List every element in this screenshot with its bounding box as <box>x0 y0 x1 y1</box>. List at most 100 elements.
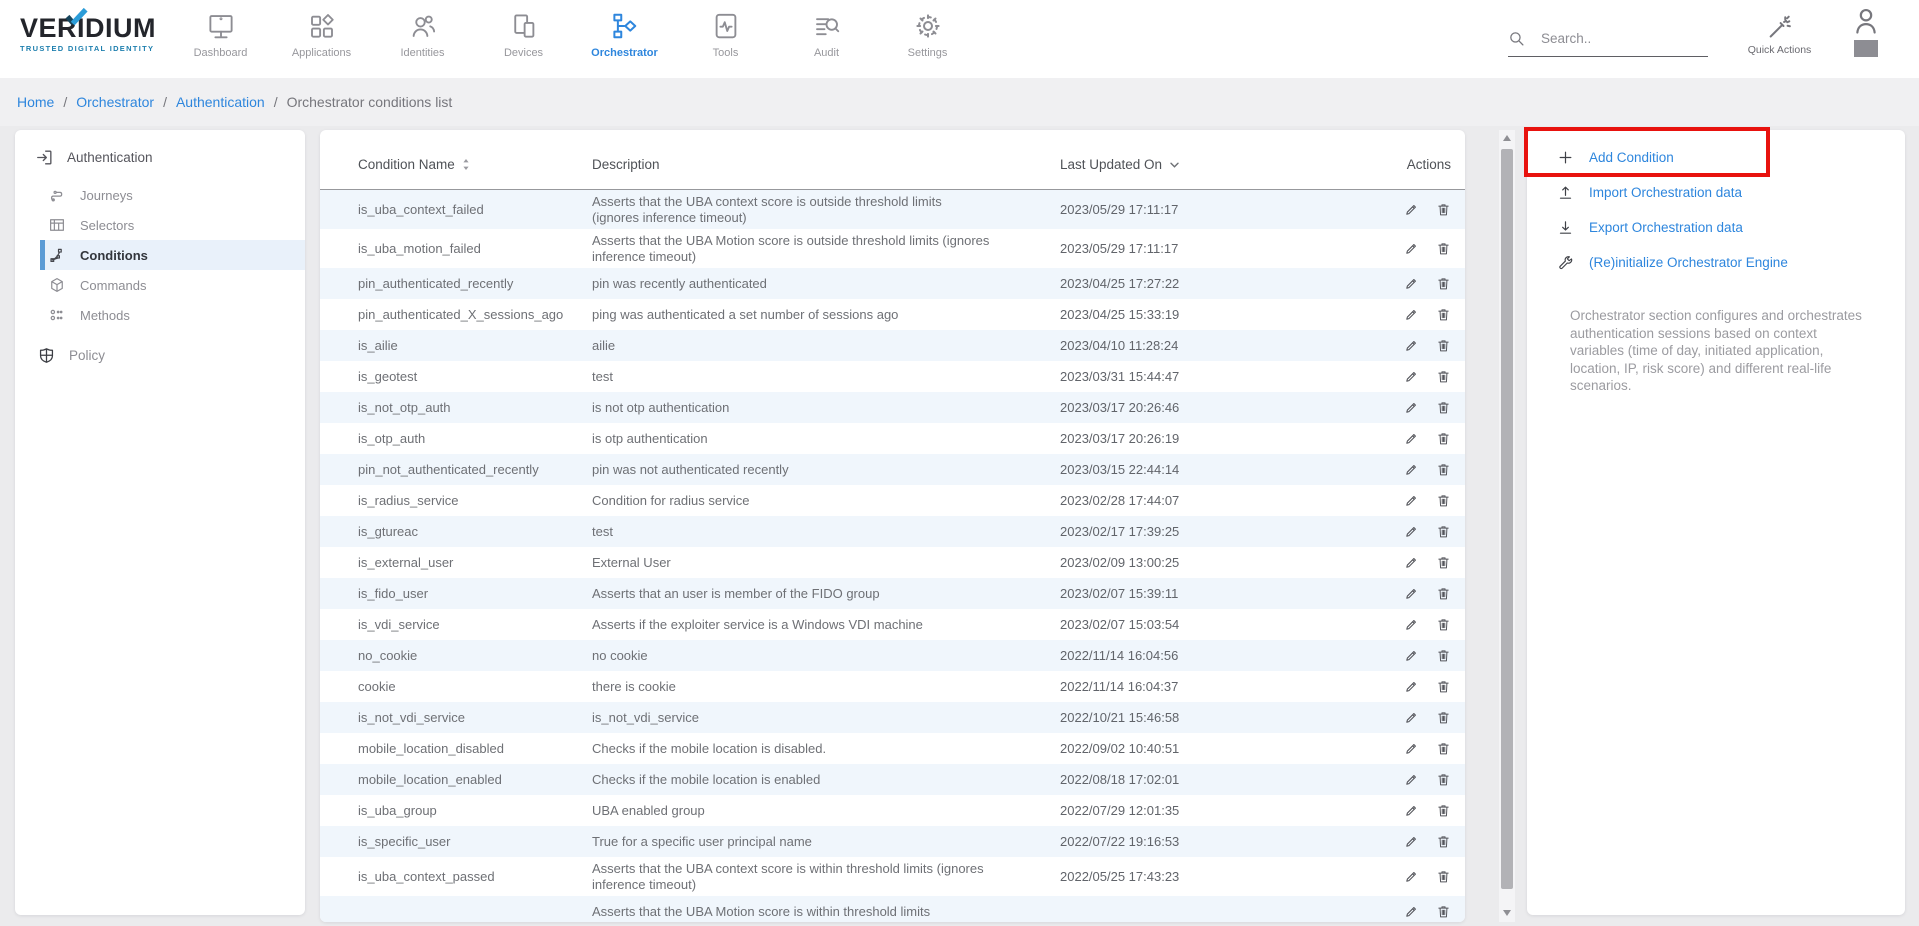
edit-pencil-icon[interactable] <box>1404 869 1419 884</box>
scrollbar-thumb[interactable] <box>1501 149 1513 889</box>
table-row[interactable]: cookie there is cookie 2022/11/14 16:04:… <box>320 671 1465 702</box>
edit-pencil-icon[interactable] <box>1404 555 1419 570</box>
edit-pencil-icon[interactable] <box>1404 803 1419 818</box>
breadcrumb-link-home[interactable]: Home <box>17 94 54 110</box>
reinitialize-engine-button[interactable]: (Re)initialize Orchestrator Engine <box>1527 245 1905 280</box>
delete-trash-icon[interactable] <box>1436 555 1451 570</box>
table-row[interactable]: Asserts that the UBA Motion score is wit… <box>320 896 1465 922</box>
table-row[interactable]: is_geotest test 2023/03/31 15:44:47 <box>320 361 1465 392</box>
delete-trash-icon[interactable] <box>1436 586 1451 601</box>
table-row[interactable]: mobile_location_disabled Checks if the m… <box>320 733 1465 764</box>
edit-pencil-icon[interactable] <box>1404 648 1419 663</box>
edit-pencil-icon[interactable] <box>1404 586 1419 601</box>
table-row[interactable]: is_fido_user Asserts that an user is mem… <box>320 578 1465 609</box>
delete-trash-icon[interactable] <box>1436 241 1451 256</box>
breadcrumb-link-orchestrator[interactable]: Orchestrator <box>76 94 154 110</box>
delete-trash-icon[interactable] <box>1436 369 1451 384</box>
nav-item-orchestrator[interactable]: Orchestrator <box>574 9 675 59</box>
edit-pencil-icon[interactable] <box>1404 431 1419 446</box>
nav-item-identities[interactable]: Identities <box>372 9 473 59</box>
edit-pencil-icon[interactable] <box>1404 202 1419 217</box>
delete-trash-icon[interactable] <box>1436 834 1451 849</box>
import-orchestration-button[interactable]: Import Orchestration data <box>1527 175 1905 210</box>
quick-actions-button[interactable]: Quick Actions <box>1722 10 1837 56</box>
column-header-last-updated[interactable]: Last Updated On <box>1060 157 1360 172</box>
table-row[interactable]: is_not_otp_auth is not otp authenticatio… <box>320 392 1465 423</box>
edit-pencil-icon[interactable] <box>1404 307 1419 322</box>
delete-trash-icon[interactable] <box>1436 400 1451 415</box>
edit-pencil-icon[interactable] <box>1404 679 1419 694</box>
edit-pencil-icon[interactable] <box>1404 400 1419 415</box>
edit-pencil-icon[interactable] <box>1404 772 1419 787</box>
sidebar-section-authentication[interactable]: Authentication <box>35 148 305 167</box>
edit-pencil-icon[interactable] <box>1404 524 1419 539</box>
table-row[interactable]: no_cookie no cookie 2022/11/14 16:04:56 <box>320 640 1465 671</box>
veridium-logo[interactable]: VERIDIUM TRUSTED DIGITAL IDENTITY <box>20 13 190 53</box>
breadcrumb-link-authentication[interactable]: Authentication <box>176 94 265 110</box>
table-row[interactable]: mobile_location_enabled Checks if the mo… <box>320 764 1465 795</box>
table-row[interactable]: pin_authenticated_X_sessions_ago ping wa… <box>320 299 1465 330</box>
edit-pencil-icon[interactable] <box>1404 617 1419 632</box>
sidebar-item-journeys[interactable]: Journeys <box>40 180 305 210</box>
table-row[interactable]: is_uba_context_failed Asserts that the U… <box>320 190 1465 229</box>
edit-pencil-icon[interactable] <box>1404 462 1419 477</box>
table-row[interactable]: is_external_user External User 2023/02/0… <box>320 547 1465 578</box>
table-row[interactable]: is_vdi_service Asserts if the exploiter … <box>320 609 1465 640</box>
delete-trash-icon[interactable] <box>1436 904 1451 919</box>
search-input[interactable]: Search.. <box>1508 30 1708 57</box>
nav-item-dashboard[interactable]: Dashboard <box>170 9 271 59</box>
nav-item-settings[interactable]: Settings <box>877 9 978 59</box>
sidebar-item-commands[interactable]: Commands <box>40 270 305 300</box>
delete-trash-icon[interactable] <box>1436 803 1451 818</box>
sidebar-item-methods[interactable]: Methods <box>40 300 305 330</box>
scroll-down-arrow-icon[interactable] <box>1503 910 1511 916</box>
sidebar-item-policy[interactable]: Policy <box>37 346 305 365</box>
edit-pencil-icon[interactable] <box>1404 741 1419 756</box>
delete-trash-icon[interactable] <box>1436 741 1451 756</box>
delete-trash-icon[interactable] <box>1436 617 1451 632</box>
table-row[interactable]: is_not_vdi_service is_not_vdi_service 20… <box>320 702 1465 733</box>
delete-trash-icon[interactable] <box>1436 710 1451 725</box>
nav-item-devices[interactable]: Devices <box>473 9 574 59</box>
edit-pencil-icon[interactable] <box>1404 904 1419 919</box>
delete-trash-icon[interactable] <box>1436 493 1451 508</box>
table-row[interactable]: is_specific_user True for a specific use… <box>320 826 1465 857</box>
table-row[interactable]: is_ailie ailie 2023/04/10 11:28:24 <box>320 330 1465 361</box>
edit-pencil-icon[interactable] <box>1404 369 1419 384</box>
user-profile-button[interactable] <box>1845 6 1887 57</box>
delete-trash-icon[interactable] <box>1436 679 1451 694</box>
delete-trash-icon[interactable] <box>1436 276 1451 291</box>
table-row[interactable]: pin_authenticated_recently pin was recen… <box>320 268 1465 299</box>
delete-trash-icon[interactable] <box>1436 338 1451 353</box>
edit-pencil-icon[interactable] <box>1404 710 1419 725</box>
delete-trash-icon[interactable] <box>1436 648 1451 663</box>
edit-pencil-icon[interactable] <box>1404 241 1419 256</box>
table-row[interactable]: is_uba_context_passed Asserts that the U… <box>320 857 1465 896</box>
delete-trash-icon[interactable] <box>1436 772 1451 787</box>
table-row[interactable]: is_otp_auth is otp authentication 2023/0… <box>320 423 1465 454</box>
delete-trash-icon[interactable] <box>1436 431 1451 446</box>
table-row[interactable]: is_uba_group UBA enabled group 2022/07/2… <box>320 795 1465 826</box>
edit-pencil-icon[interactable] <box>1404 276 1419 291</box>
delete-trash-icon[interactable] <box>1436 307 1451 322</box>
delete-trash-icon[interactable] <box>1436 462 1451 477</box>
scroll-up-arrow-icon[interactable] <box>1503 135 1511 141</box>
edit-pencil-icon[interactable] <box>1404 493 1419 508</box>
table-row[interactable]: is_gtureac test 2023/02/17 17:39:25 <box>320 516 1465 547</box>
table-row[interactable]: is_radius_service Condition for radius s… <box>320 485 1465 516</box>
sidebar-item-conditions[interactable]: Conditions <box>40 240 305 270</box>
edit-pencil-icon[interactable] <box>1404 834 1419 849</box>
table-row[interactable]: pin_not_authenticated_recently pin was n… <box>320 454 1465 485</box>
delete-trash-icon[interactable] <box>1436 202 1451 217</box>
delete-trash-icon[interactable] <box>1436 869 1451 884</box>
edit-pencil-icon[interactable] <box>1404 338 1419 353</box>
sidebar-item-selectors[interactable]: Selectors <box>40 210 305 240</box>
export-orchestration-button[interactable]: Export Orchestration data <box>1527 210 1905 245</box>
nav-item-applications[interactable]: Applications <box>271 9 372 59</box>
nav-item-audit[interactable]: Audit <box>776 9 877 59</box>
nav-item-tools[interactable]: Tools <box>675 9 776 59</box>
table-row[interactable]: is_uba_motion_failed Asserts that the UB… <box>320 229 1465 268</box>
column-header-condition-name[interactable]: Condition Name <box>358 157 592 172</box>
add-condition-button[interactable]: Add Condition <box>1527 140 1905 175</box>
delete-trash-icon[interactable] <box>1436 524 1451 539</box>
